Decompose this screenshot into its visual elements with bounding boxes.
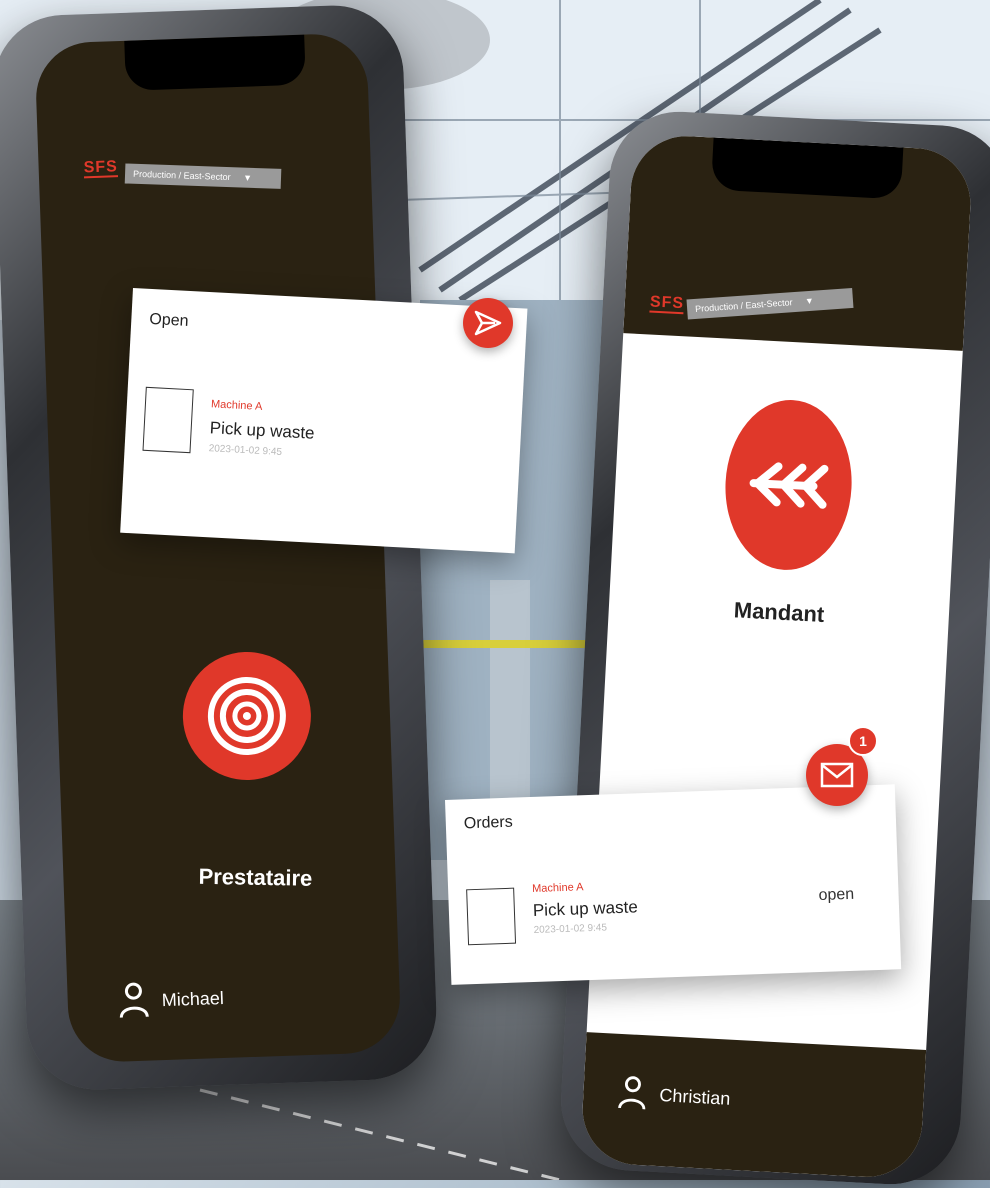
order-status: open <box>818 885 855 905</box>
task-date: 2023-01-02 9:45 <box>208 443 283 459</box>
machine-label: Machine A <box>531 881 584 896</box>
user-row[interactable]: Michael <box>117 978 224 1022</box>
target-icon-button[interactable] <box>180 649 314 783</box>
sector-selector[interactable]: Production / East-Sector ▼ <box>124 163 282 189</box>
card-title: Open <box>148 310 189 330</box>
task-title: Pick up waste <box>209 418 316 443</box>
user-name: Christian <box>658 1084 731 1109</box>
orders-card[interactable]: Orders Machine A Pick up waste 2023-01-0… <box>445 784 902 985</box>
order-date: 2023-01-02 9:45 <box>533 922 608 936</box>
chevron-down-icon: ▼ <box>242 172 253 183</box>
user-row[interactable]: Christian <box>616 1074 731 1118</box>
card-title: Orders <box>463 813 514 833</box>
role-label: Prestataire <box>198 863 313 891</box>
user-name: Michael <box>161 987 225 1010</box>
sector-label: Production / East-Sector <box>132 168 231 183</box>
right-phone-notch <box>710 137 904 200</box>
order-title: Pick up waste <box>532 897 639 920</box>
machine-label: Machine A <box>210 398 263 413</box>
user-icon <box>618 1076 646 1110</box>
send-icon <box>474 310 502 336</box>
chevron-down-icon: ▼ <box>804 295 815 307</box>
sfs-logo: SFS <box>83 158 119 179</box>
double-arrow-icon-button[interactable] <box>721 396 856 574</box>
sector-label: Production / East-Sector <box>694 297 793 314</box>
left-phone-notch <box>124 34 306 91</box>
role-label: Mandant <box>733 597 825 627</box>
double-arrow-left-icon <box>749 462 829 509</box>
send-button[interactable] <box>463 298 513 348</box>
target-icon <box>207 676 286 755</box>
sfs-logo: SFS <box>649 293 685 315</box>
user-icon <box>119 982 149 1018</box>
right-phone-screen: SFS Production / East-Sector ▼ Mandant C… <box>579 133 974 1180</box>
notification-badge: 1 <box>848 726 878 756</box>
left-phone: SFS Production / East-Sector ▼ Prestatai… <box>0 3 439 1092</box>
order-thumbnail <box>466 887 517 946</box>
task-thumbnail <box>142 386 194 454</box>
right-phone: SFS Production / East-Sector ▼ Mandant C… <box>557 108 990 1188</box>
mail-icon <box>820 762 854 788</box>
left-phone-screen: SFS Production / East-Sector ▼ Prestatai… <box>34 32 402 1064</box>
